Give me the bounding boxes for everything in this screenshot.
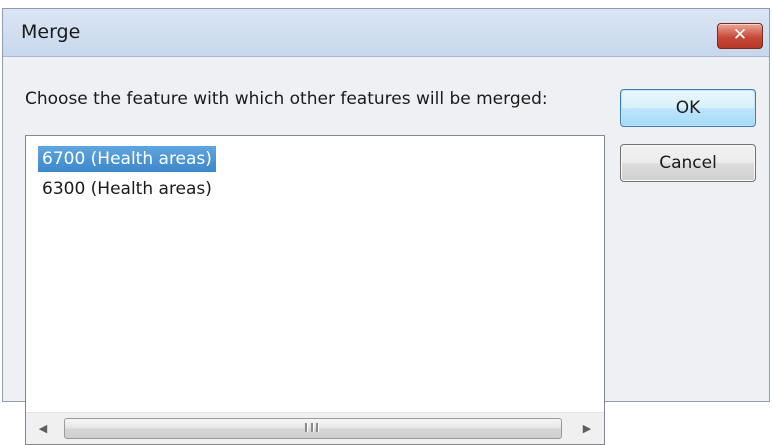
close-icon: ✕ [732, 25, 748, 45]
title-bar[interactable]: Merge ✕ [3, 9, 769, 57]
ok-button[interactable]: OK [620, 89, 756, 127]
list-item[interactable]: 6300 (Health areas) [38, 176, 216, 202]
grip-icon [305, 423, 319, 434]
scroll-left-arrow-icon[interactable]: ◀ [26, 413, 60, 444]
scroll-right-arrow-icon[interactable]: ▶ [570, 413, 604, 444]
scrollbar-thumb[interactable] [64, 418, 562, 439]
cancel-button[interactable]: Cancel [620, 144, 756, 182]
close-button[interactable]: ✕ [717, 23, 763, 49]
horizontal-scrollbar[interactable]: ◀ ▶ [26, 412, 604, 444]
dialog-body: Choose the feature with which other feat… [3, 57, 769, 445]
list-item[interactable]: 6700 (Health areas) [38, 146, 216, 172]
merge-dialog: Merge ✕ Choose the feature with which ot… [2, 8, 770, 445]
window-title: Merge [21, 21, 81, 43]
feature-list[interactable]: 6700 (Health areas) 6300 (Health areas) … [25, 135, 605, 445]
prompt-label: Choose the feature with which other feat… [25, 89, 548, 109]
